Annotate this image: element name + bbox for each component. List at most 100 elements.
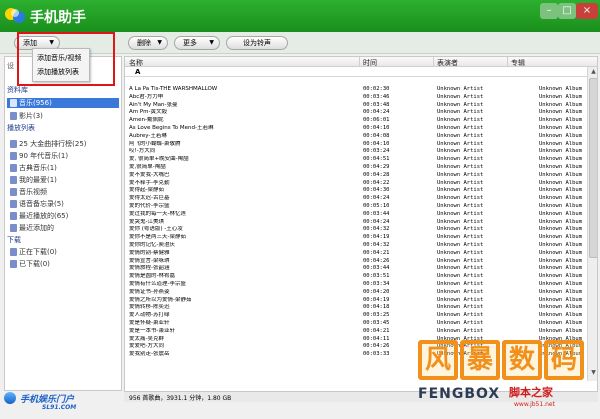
song-name-cell: 爱, 很简单+晚安曲-陶喆	[129, 156, 189, 163]
vertical-scrollbar[interactable]: ▲ ▼	[587, 67, 597, 381]
table-row[interactable]: 爱情转移-陈奕迅 00:04:18 Unknown Artist Unknown Al…	[125, 304, 587, 312]
song-artist-cell: Unknown Artist	[437, 101, 484, 108]
song-time-cell: 00:06:01	[363, 117, 390, 124]
column-divider[interactable]	[359, 57, 360, 67]
sidebar-item-playlist[interactable]: 25 大金曲排行榜(25)	[7, 139, 119, 149]
download-header: 下载	[7, 236, 21, 244]
watermark-char: 风	[418, 340, 458, 380]
song-artist-cell: Unknown Artist	[437, 179, 484, 186]
sidebar-item-playlist[interactable]: 音乐视频	[7, 187, 119, 197]
table-row[interactable]: 爱情有什么道理-李宗盛 00:03:34 Unknown Artist Unknown…	[125, 281, 587, 289]
table-row[interactable]: Am Pm-黄文毅 00:04:24 Unknown Artist Unknown A…	[125, 109, 587, 117]
table-row[interactable]: 爱是怀疑-萧亚轩 00:03:45 Unknown Artist Unknown Al…	[125, 320, 587, 328]
sidebar-item-label: 我的最爱(1)	[19, 176, 57, 184]
filter-row[interactable]: A	[125, 67, 597, 77]
table-row[interactable]: 爱情之所以为爱情-梁静茹 00:04:19 Unknown Artist Unknow…	[125, 297, 587, 305]
download-icon	[10, 260, 17, 268]
table-row[interactable]: Amen-戴佩妮 00:06:01 Unknown Artist Unknown Al…	[125, 117, 587, 125]
song-artist-cell: Unknown Artist	[437, 86, 484, 92]
scroll-thumb[interactable]	[589, 78, 597, 258]
playlist-icon	[10, 224, 17, 232]
song-artist-cell: Unknown Artist	[437, 210, 484, 217]
close-button[interactable]: ×	[576, 3, 598, 19]
table-row[interactable]: 爱情的刽-蔡健雅 00:04:21 Unknown Artist Unknown Al…	[125, 250, 587, 258]
song-name-cell: 爱哭鬼-江美琪	[129, 218, 164, 225]
song-artist-cell: Unknown Artist	[437, 156, 484, 163]
sidebar-item-playlist[interactable]: 最近播放的(65)	[7, 211, 119, 221]
table-row[interactable]: Ain't My Man-张曼 00:03:48 Unknown Artist Unk…	[125, 102, 587, 110]
song-artist-cell: Unknown Artist	[437, 140, 484, 147]
table-row[interactable]: 爱你的记忆-庾澄庆 00:04:32 Unknown Artist Unknown A…	[125, 242, 587, 250]
table-row[interactable]: 爱, 很简单+晚安曲-陶喆 00:04:51 Unknown Artist Unkno…	[125, 156, 587, 164]
table-row[interactable]: 爱不爱我-大嘴巴 00:04:28 Unknown Artist Unknown Al…	[125, 172, 587, 180]
column-divider[interactable]	[433, 57, 434, 67]
table-row[interactable]: 爱情宣言-梁咏琪 00:04:26 Unknown Artist Unknown Al…	[125, 258, 587, 266]
more-button[interactable]: 更多 ▼	[174, 36, 220, 50]
sidebar-item-movies[interactable]: 影片(3)	[7, 111, 119, 121]
table-row[interactable]: 爱,很简单-陶喆 00:04:29 Unknown Artist Unknown Al…	[125, 164, 587, 172]
portal-logo-sub: SL91.COM	[42, 404, 77, 411]
delete-button-label: 删除	[137, 39, 151, 47]
table-row[interactable]: Aubrey-王若琳 00:04:08 Unknown Artist Unknown …	[125, 133, 587, 141]
table-row[interactable]: As Love Begins To Mend-王若琳 00:04:10 Unknow…	[125, 125, 587, 133]
sidebar-item-playlist[interactable]: 语音备忘录(5)	[7, 199, 119, 209]
sidebar-item-playlist[interactable]: 90 年代音乐(1)	[7, 151, 119, 161]
sidebar-item-playlist[interactable]: 古典音乐(1)	[7, 163, 119, 173]
scroll-down-icon[interactable]: ▼	[589, 369, 597, 378]
table-row[interactable]: 爱得起-梁静茹 00:04:30 Unknown Artist Unknown Alb…	[125, 187, 587, 195]
song-time-cell: 00:02:30	[363, 86, 390, 92]
song-name-cell: 爱情有什么道理-李宗盛	[129, 281, 186, 287]
table-row[interactable]: 爱是一本书-萧亚轩 00:04:21 Unknown Artist Unknown A…	[125, 328, 587, 336]
song-name-cell: 爱太痛-吴克群	[129, 335, 164, 342]
song-name-cell: 爱是一本书-萧亚轩	[129, 327, 175, 334]
scroll-up-icon[interactable]: ▲	[589, 68, 597, 77]
sidebar-item-playlist[interactable]: 最近添加的	[7, 223, 119, 233]
table-row[interactable]: 爱情是圆的-林宥嘉 00:03:51 Unknown Artist Unknown A…	[125, 273, 587, 281]
set-ringtone-button[interactable]: 设为铃声	[226, 36, 288, 50]
song-artist-cell: Unknown Artist	[437, 320, 484, 326]
sidebar-item-label: 语音备忘录(5)	[19, 200, 64, 208]
table-row[interactable]: 爱情旅程-张韶涵 00:03:44 Unknown Artist Unknown Al…	[125, 265, 587, 273]
sidebar-item-playlist[interactable]: 我的最爱(1)	[7, 175, 119, 185]
song-time-cell: 00:04:19	[363, 234, 390, 241]
sidebar-item-label: 古典音乐(1)	[19, 164, 57, 172]
song-artist-cell: Unknown Artist	[437, 327, 484, 334]
song-time-cell: 00:05:10	[363, 203, 390, 209]
table-row[interactable]: 爱得太迟-古巨基 00:04:24 Unknown Artist Unknown Al…	[125, 195, 587, 203]
song-artist-cell: Unknown Artist	[437, 148, 484, 155]
song-artist-cell: Unknown Artist	[437, 93, 484, 100]
table-row[interactable]: 爱哭鬼-江美琪 00:04:24 Unknown Artist Unknown Alb…	[125, 219, 587, 227]
status-text: 956 首歌曲，3931.1 分钟，1.80 GB	[129, 395, 232, 402]
table-row[interactable]: 阿飞的小蝴蝶-萧敬腾 00:04:10 Unknown Artist Unknown …	[125, 141, 587, 149]
delete-button[interactable]: 删除 ▼	[128, 36, 168, 50]
song-time-cell: 00:03:44	[363, 265, 390, 272]
song-name-cell: 哎!-方大同	[129, 148, 156, 155]
song-name-cell: 爱你 (粤语版) -王心凌	[129, 226, 183, 233]
table-row[interactable]: 哎!-方大同 00:03:24 Unknown Artist Unknown Albu…	[125, 148, 587, 156]
song-name-cell: A La Pa Tis-THE WARSHMALLOW	[129, 86, 218, 92]
table-row[interactable]: 爱你不是两三天-梁静茹 00:04:19 Unknown Artist Unknown…	[125, 234, 587, 242]
song-artist-cell: Unknown Artist	[437, 218, 484, 225]
sidebar-item-music[interactable]: 音乐(956)	[7, 98, 119, 108]
song-time-cell: 00:04:28	[363, 171, 390, 178]
table-row[interactable]: 爱人动物-苏打绿 00:03:25 Unknown Artist Unknown Al…	[125, 312, 587, 320]
table-row[interactable]: 爱你 (粤语版) -王心凌 00:04:32 Unknown Artist Unkno…	[125, 226, 587, 234]
minimize-button[interactable]: –	[540, 3, 558, 19]
playlist-icon	[10, 200, 17, 208]
table-row[interactable]: Abc君-方力申 00:03:46 Unknown Artist Unknown Al…	[125, 94, 587, 102]
portal-logo: 手机娱乐门户 SL91.COM	[2, 390, 132, 416]
table-row[interactable]: 爱不释手-李克勤 00:04:22 Unknown Artist Unknown Al…	[125, 180, 587, 188]
song-artist-cell: Unknown Artist	[437, 125, 484, 131]
column-divider[interactable]	[507, 57, 508, 67]
sidebar-partial-label: 设	[7, 62, 14, 70]
table-row[interactable]: 爱情证书-孙燕姿 00:04:20 Unknown Artist Unknown Al…	[125, 289, 587, 297]
song-name-cell: 爱得太迟-古巨基	[129, 195, 170, 202]
song-time-cell: 00:04:22	[363, 179, 390, 186]
sidebar-item-downloading[interactable]: 正在下载(0)	[7, 247, 119, 257]
table-row[interactable]: 爱的代价-李宗盛 00:05:10 Unknown Artist Unknown Al…	[125, 203, 587, 211]
table-row[interactable]: A La Pa Tis-THE WARSHMALLOW 00:02:30 Unkno…	[125, 86, 587, 94]
sidebar-item-downloaded[interactable]: 已下载(0)	[7, 259, 119, 269]
table-row[interactable]: 爱过我的每一天-林忆莲 00:03:44 Unknown Artist Unknown…	[125, 211, 587, 219]
maximize-button[interactable]: □	[558, 3, 576, 19]
song-time-cell: 00:04:21	[363, 327, 390, 334]
